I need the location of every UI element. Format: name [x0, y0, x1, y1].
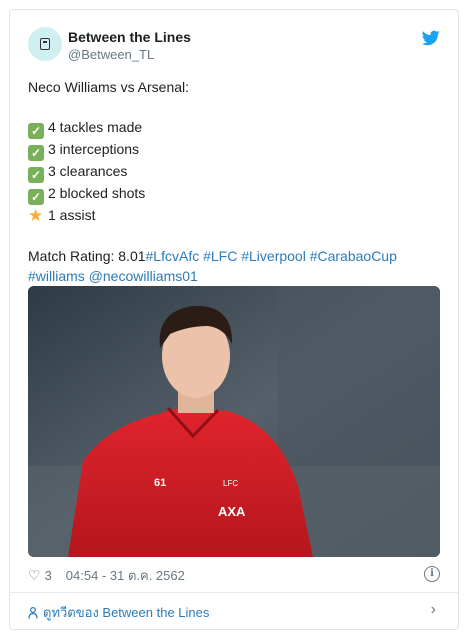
hashtag-williams[interactable]: #williams — [28, 268, 85, 284]
stat-line: ✓ 3 interceptions — [28, 139, 438, 161]
svg-text:61: 61 — [154, 477, 166, 489]
mention-link[interactable]: @necowilliams01 — [89, 268, 198, 284]
tweet-photo[interactable]: 61 LFC AXA — [28, 286, 440, 557]
view-more-label: ดูทวีตของ Between the Lines — [43, 605, 210, 620]
check-emoji-icon: ✓ — [28, 123, 44, 139]
check-emoji-icon: ✓ — [28, 189, 44, 205]
twitter-bird-icon[interactable] — [422, 30, 440, 46]
divider — [10, 592, 458, 593]
avatar[interactable] — [28, 27, 62, 61]
hashtag-links[interactable]: #LfcvAfc #LFC #Liverpool #CarabaoCup — [146, 248, 397, 264]
stat-line: ✓ 3 clearances — [28, 161, 438, 183]
tweet-card: Between the Lines @Between_TL Neco Willi… — [9, 9, 459, 630]
stat-line: ★ 1 assist — [28, 206, 96, 225]
stat-line: ✓ 2 blocked shots — [28, 183, 438, 205]
match-rating: Match Rating: 8.01#LfcvAfc #LFC #Liverpo… — [28, 248, 397, 264]
stat-line: ✓ 4 tackles made — [28, 117, 438, 139]
heart-icon[interactable]: ♡ — [28, 567, 41, 584]
chevron-right-icon[interactable]: › — [431, 601, 436, 619]
account-name[interactable]: Between the Lines — [68, 29, 191, 45]
svg-text:LFC: LFC — [223, 479, 238, 488]
star-emoji-icon: ★ — [28, 206, 44, 225]
tweet-intro: Neco Williams vs Arsenal: — [28, 79, 190, 95]
account-handle[interactable]: @Between_TL — [68, 47, 154, 62]
person-icon — [28, 606, 38, 619]
tweet-footer: ♡ 3 04:54 - 31 ต.ค. 2562 — [28, 565, 185, 586]
like-count[interactable]: 3 — [45, 568, 52, 583]
timestamp[interactable]: 04:54 - 31 ต.ค. 2562 — [66, 565, 185, 586]
avatar-logo-icon — [40, 38, 50, 50]
info-icon[interactable]: i — [424, 566, 440, 582]
svg-text:AXA: AXA — [218, 504, 246, 519]
view-more-link[interactable]: ดูทวีตของ Between the Lines — [28, 602, 209, 623]
tweet-text: Neco Williams vs Arsenal: ✓ 4 tackles mad… — [28, 77, 438, 286]
check-emoji-icon: ✓ — [28, 167, 44, 183]
check-emoji-icon: ✓ — [28, 145, 44, 161]
player-photo-illustration: 61 LFC AXA — [28, 286, 440, 557]
